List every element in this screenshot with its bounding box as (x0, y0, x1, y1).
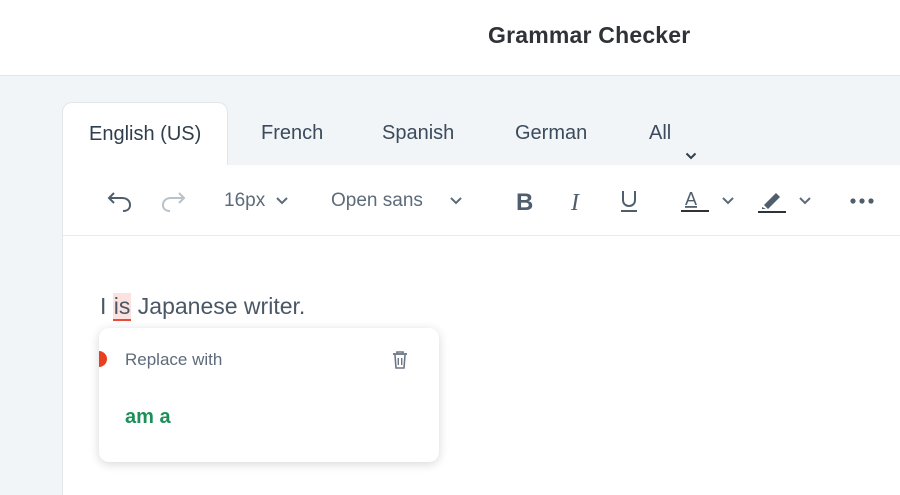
tab-english-us[interactable]: English (US) (62, 102, 229, 166)
trash-icon[interactable] (391, 350, 409, 375)
font-family-select[interactable]: Open sans (331, 187, 463, 215)
svg-text:B: B (516, 189, 533, 213)
svg-text:A: A (685, 189, 697, 209)
suggestion-replacement[interactable]: am a (125, 406, 171, 429)
chevron-down-icon (722, 197, 734, 205)
font-size-value: 16px (224, 190, 266, 211)
tab-spanish[interactable]: Spanish (382, 102, 454, 166)
suggestion-popup: Replace with am a (99, 328, 439, 462)
italic-icon[interactable]: I (568, 187, 586, 215)
more-icon[interactable] (849, 187, 877, 215)
app-title: Grammar Checker (488, 22, 691, 48)
tab-all[interactable]: All (649, 102, 697, 166)
grammar-error-word[interactable]: is (112, 293, 132, 321)
font-size-select[interactable]: 16px (224, 187, 289, 215)
replace-with-label: Replace with (125, 350, 223, 369)
chevron-down-icon (450, 197, 462, 205)
chevron-down-icon (685, 125, 697, 160)
text-before-error: I (100, 293, 113, 319)
highlight-button[interactable] (756, 187, 812, 215)
chevron-down-icon (799, 197, 811, 205)
svg-text:I: I (570, 190, 580, 213)
text-color-button[interactable]: A (679, 187, 735, 215)
tab-all-label: All (649, 122, 672, 144)
font-family-value: Open sans (331, 190, 423, 211)
undo-icon[interactable] (107, 187, 133, 215)
formatting-toolbar: 16px Open sans B I A (63, 165, 900, 236)
bold-icon[interactable]: B (514, 187, 536, 215)
top-bar: Grammar Checker (0, 0, 900, 76)
tab-french[interactable]: French (261, 102, 323, 166)
chevron-down-icon (276, 197, 288, 205)
tab-german[interactable]: German (515, 102, 587, 166)
redo-icon[interactable] (160, 187, 186, 215)
document-text[interactable]: I is Japanese writer. (100, 293, 306, 321)
text-color-icon: A (681, 189, 709, 212)
highlight-icon (758, 193, 786, 213)
text-after-error: Japanese writer. (131, 293, 306, 319)
underline-icon[interactable] (618, 187, 640, 215)
